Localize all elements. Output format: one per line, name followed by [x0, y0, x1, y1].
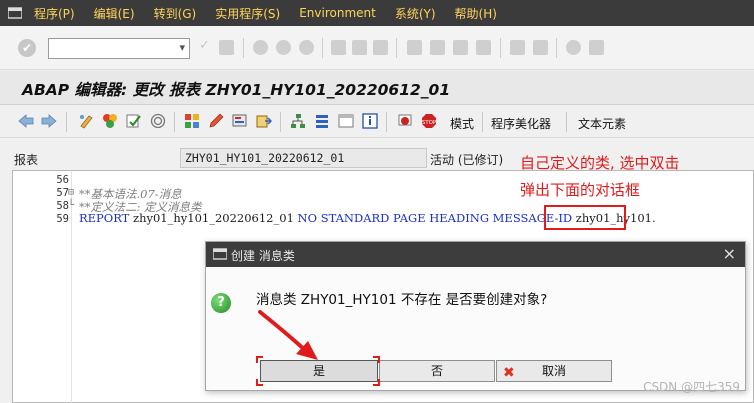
cancel-x-icon: ✖	[503, 365, 515, 381]
close-icon[interactable]: ×	[723, 244, 736, 263]
menu-utilities[interactable]: 实用程序(S)	[215, 5, 280, 22]
pattern-icon[interactable]	[232, 113, 248, 129]
application-toolbar: STOP 模式 程序美化器 文本元素	[0, 106, 754, 138]
object-list-icon[interactable]	[184, 113, 200, 129]
menu-environment[interactable]: Environment	[299, 6, 376, 20]
forward-arrow-icon[interactable]	[41, 114, 57, 130]
menu-program[interactable]: 程序(P)	[34, 5, 75, 22]
help-icon[interactable]	[566, 40, 581, 55]
keyword-options: NO STANDARD PAGE HEADING MESSAGE-ID	[297, 211, 573, 225]
cancel-button[interactable]: ✖ 取消	[496, 360, 612, 382]
highlight-box	[544, 205, 626, 230]
next-page-icon[interactable]	[453, 40, 468, 55]
annotation-arrow-icon	[258, 310, 318, 360]
menu-help[interactable]: 帮助(H)	[455, 5, 497, 22]
text-elements-button[interactable]: 文本元素	[578, 115, 626, 132]
fold-toggle-icon[interactable]: ⊟	[68, 187, 74, 198]
toolbar-separator	[482, 112, 483, 132]
dialog-title-bar: 创建 消息类 ×	[206, 242, 745, 267]
yes-label: 是	[312, 364, 325, 378]
line-number: 57	[56, 187, 69, 199]
last-page-icon[interactable]	[476, 40, 491, 55]
standard-toolbar: ✔ ▾ ✓	[0, 26, 754, 70]
report-identifier: zhy01_hy101_20220612_01	[129, 211, 298, 225]
display-change-icon[interactable]	[78, 113, 94, 129]
no-button[interactable]: 否	[379, 360, 495, 382]
toolbar-separator	[556, 38, 557, 58]
info-icon[interactable]	[362, 113, 378, 129]
window-icon	[213, 248, 227, 260]
line-number: 59	[56, 213, 69, 225]
toolbar-separator	[174, 112, 175, 132]
menu-bar: 程序(P) 编辑(E) 转到(G) 实用程序(S) Environment 系统…	[0, 0, 754, 26]
annotation-line-1: 自己定义的类, 选中双击	[520, 154, 680, 172]
shortcut-icon[interactable]	[533, 40, 548, 55]
where-used-icon[interactable]	[150, 113, 166, 129]
exit-icon[interactable]	[276, 40, 291, 55]
highlight-corner	[256, 379, 263, 386]
question-icon: ?	[211, 293, 231, 313]
stack-icon[interactable]	[314, 113, 330, 129]
cancel-label: 取消	[541, 364, 566, 378]
watermark: CSDN @四七359	[643, 380, 740, 394]
back-arrow-icon[interactable]	[18, 114, 34, 130]
sap-menu-icon[interactable]	[4, 0, 26, 26]
pencil-icon[interactable]	[208, 113, 224, 129]
line-number: 58	[56, 200, 69, 212]
chevron-down-icon[interactable]: ▾	[179, 41, 185, 54]
find-icon[interactable]	[352, 40, 367, 55]
find-next-icon[interactable]	[373, 40, 388, 55]
menu-system[interactable]: 系统(Y)	[395, 5, 436, 22]
menu-goto[interactable]: 转到(G)	[154, 5, 197, 22]
highlight-corner	[373, 356, 380, 363]
annotation-line-2: 弹出下面的对话框	[520, 181, 641, 199]
report-label: 报表	[14, 153, 39, 167]
toolbar-separator	[322, 38, 323, 58]
toolbar-separator	[396, 38, 397, 58]
enter-icon[interactable]: ✔	[18, 39, 36, 57]
toolbar-separator	[386, 112, 387, 132]
keyword-report: REPORT	[79, 211, 130, 225]
first-page-icon[interactable]	[407, 40, 422, 55]
cancel-icon[interactable]	[299, 40, 314, 55]
stop-icon[interactable]: STOP	[421, 113, 437, 129]
check-syntax-icon[interactable]	[126, 113, 142, 129]
report-name-field: ZHY01_HY101_20220612_01	[180, 148, 427, 168]
dialog-title: 创建 消息类	[231, 249, 295, 263]
status-text: 活动 (已修订)	[430, 153, 504, 167]
pretty-printer-button[interactable]: 程序美化器	[491, 115, 551, 132]
new-session-icon[interactable]	[510, 40, 525, 55]
no-label: 否	[430, 364, 443, 378]
command-field[interactable]: ▾	[48, 38, 190, 59]
previous-page-icon[interactable]	[430, 40, 445, 55]
check-icon[interactable]: ✓	[199, 38, 214, 53]
screen-layout-icon[interactable]	[338, 113, 354, 129]
toolbar-separator	[66, 112, 67, 132]
screen-title-bar: ABAP 编辑器: 更改 报表 ZHY01_HY101_20220612_01	[0, 71, 754, 105]
print-icon[interactable]	[331, 40, 346, 55]
activate-icon[interactable]	[102, 113, 118, 129]
toolbar-separator	[280, 112, 281, 132]
line-number: 56	[56, 174, 69, 186]
page-title: ABAP 编辑器: 更改 报表 ZHY01_HY101_20220612_01	[22, 81, 451, 99]
hierarchy-icon[interactable]	[290, 113, 306, 129]
menu-edit[interactable]: 编辑(E)	[94, 5, 135, 22]
fold-end-icon: └	[68, 200, 75, 211]
mode-button[interactable]: 模式	[450, 115, 474, 132]
toolbar-separator	[566, 112, 567, 132]
insert-statement-icon[interactable]	[256, 113, 273, 129]
layout-menu-icon[interactable]	[589, 40, 604, 55]
save-icon[interactable]	[219, 40, 234, 55]
back-icon[interactable]	[253, 40, 268, 55]
breakpoint-icon[interactable]	[397, 113, 413, 129]
svg-text:STOP: STOP	[422, 120, 437, 126]
toolbar-separator	[243, 38, 244, 58]
toolbar-separator	[500, 38, 501, 58]
highlight-corner	[373, 379, 380, 386]
